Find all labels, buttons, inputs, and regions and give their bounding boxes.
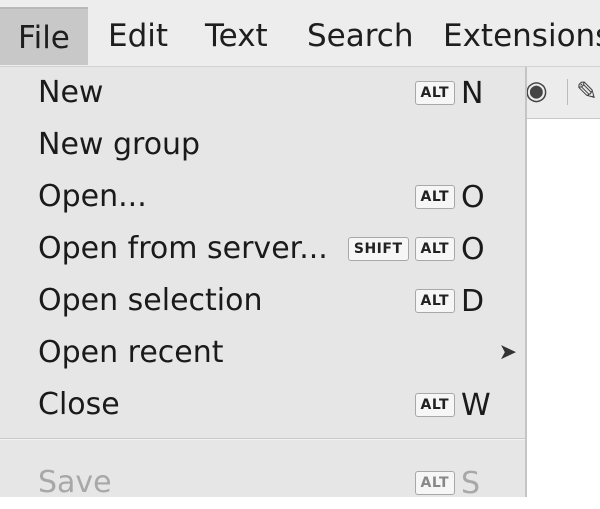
menu-extensions[interactable]: Extensions: [425, 7, 600, 65]
shortcut-key: N: [461, 75, 484, 111]
menu-item-label: Open recent: [38, 335, 224, 370]
shortcut: SHIFT ALT O: [347, 223, 491, 275]
shortcut-key: O: [461, 179, 485, 215]
menu-separator: [0, 438, 525, 440]
menu-search[interactable]: Search: [289, 7, 432, 65]
alt-key-badge: ALT: [414, 237, 455, 261]
menu-item-label: Open from server...: [38, 231, 328, 266]
alt-key-badge: ALT: [414, 185, 455, 209]
menu-item-new[interactable]: New ALT N: [0, 67, 525, 119]
shortcut-key: S: [461, 465, 481, 501]
chevron-right-icon: ➤: [498, 340, 517, 365]
shortcut: ALT O: [414, 171, 492, 223]
shortcut-key: W: [461, 387, 491, 423]
file-menu-dropdown: New ALT N New group Open... ALT O Open f…: [0, 67, 527, 501]
menu-item-open-selection[interactable]: Open selection ALT D: [0, 275, 525, 327]
alt-key-badge: ALT: [414, 471, 455, 495]
menu-item-open[interactable]: Open... ALT O: [0, 171, 525, 223]
menu-item-label: Open selection: [38, 283, 263, 318]
menu-item-label: New group: [38, 127, 201, 162]
editor-area[interactable]: [525, 67, 600, 495]
menu-item-label: Open...: [38, 179, 147, 214]
menu-item-open-from-server[interactable]: Open from server... SHIFT ALT O: [0, 223, 525, 275]
shortcut-key: O: [461, 231, 485, 267]
menu-item-close[interactable]: Close ALT W: [0, 379, 525, 431]
shortcut: ALT N: [414, 67, 492, 119]
menu-item-label: Save: [38, 465, 112, 500]
menu-item-label: Close: [38, 387, 120, 422]
menu-edit[interactable]: Edit: [90, 7, 186, 65]
pencil-icon[interactable]: ✎: [567, 79, 598, 105]
shortcut: ALT S: [414, 457, 492, 509]
globe-icon[interactable]: ◉: [525, 78, 548, 104]
shortcut: ALT W: [414, 379, 492, 431]
alt-key-badge: ALT: [414, 289, 455, 313]
alt-key-badge: ALT: [414, 81, 455, 105]
menu-item-new-group[interactable]: New group: [0, 119, 525, 171]
shortcut-key: D: [461, 283, 485, 319]
menu-bar: File Edit Text Search Extensions: [0, 0, 600, 67]
shortcut: ALT D: [414, 275, 492, 327]
alt-key-badge: ALT: [414, 393, 455, 417]
menu-item-save: Save ALT S: [0, 457, 525, 509]
menu-file[interactable]: File: [0, 7, 88, 65]
toolbar: ◉ ✎: [525, 67, 600, 119]
shift-key-badge: SHIFT: [347, 237, 409, 261]
menu-text[interactable]: Text: [187, 7, 286, 65]
menu-item-label: New: [38, 75, 104, 110]
menu-item-open-recent[interactable]: Open recent ➤: [0, 327, 525, 379]
